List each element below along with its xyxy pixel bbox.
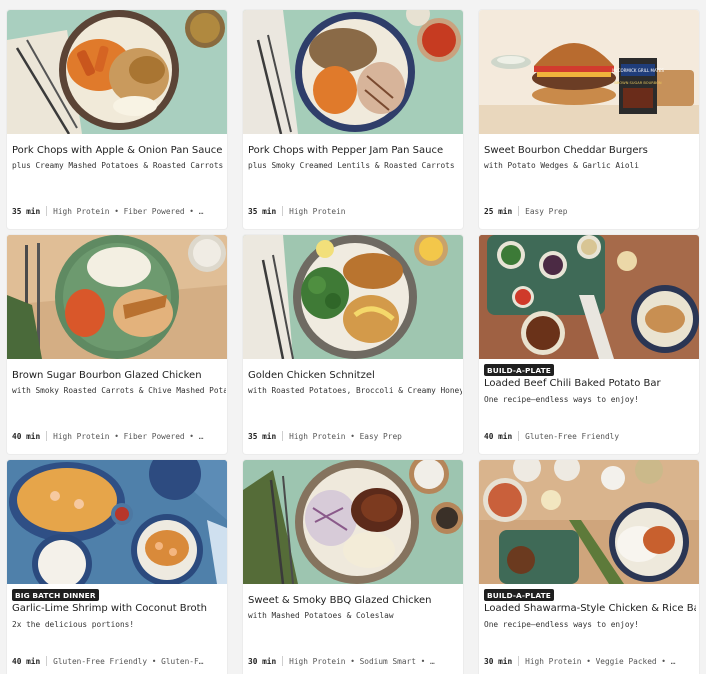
recipe-tags: High Protein • Fiber Powered • … [53,206,204,216]
recipe-title[interactable]: Pork Chops with Apple & Onion Pan Sauce [12,145,224,156]
recipe-subtitle: 2x the delicious portions! [12,620,135,629]
recipe-meta: 35 min High Protein • Easy Prep [248,431,460,441]
build-a-plate-badge: BUILD-A-PLATE [484,364,554,376]
recipe-subtitle: with Potato Wedges & Garlic Aioli [484,161,639,170]
recipe-photo[interactable] [243,460,463,584]
recipe-meta: 40 min Gluten-Free Friendly [484,431,696,441]
cook-time: 30 min [248,656,277,666]
meta-divider [46,206,48,216]
recipe-photo[interactable] [479,235,699,359]
meta-divider [46,656,48,666]
package-brand: McCORMICK GRILL MATES [612,68,664,73]
recipe-card[interactable]: BIG BATCH DINNER Garlic-Lime Shrimp with… [7,460,227,674]
build-a-plate-badge: BUILD-A-PLATE [484,589,554,601]
recipe-title[interactable]: Golden Chicken Schnitzel [248,370,460,381]
recipe-meta: 35 min High Protein [248,206,460,216]
garlic-lime-shrimp-image [7,460,227,584]
bbq-glazed-chicken-image [243,460,463,584]
recipe-tags: Easy Prep [525,206,568,216]
recipe-tags: High Protein [289,206,346,216]
recipe-tags: High Protein • Veggie Packed • … [525,656,676,666]
recipe-tags: High Protein • Easy Prep [289,431,402,441]
shawarma-chicken-rice-bar-image [479,460,699,584]
bourbon-cheddar-burger-image: McCORMICK GRILL MATES BROWN SUGAR BOURBO… [479,10,699,134]
pork-chops-pepper-jam-image [243,10,463,134]
recipe-meta: 30 min High Protein • Sodium Smart • … [248,656,460,666]
recipe-card[interactable]: BUILD-A-PLATE Loaded Shawarma-Style Chic… [479,460,699,674]
cook-time: 40 min [12,656,41,666]
cook-time: 35 min [248,206,277,216]
recipe-card[interactable]: Sweet & Smoky BBQ Glazed Chicken with Ma… [243,460,463,674]
recipe-photo[interactable] [7,10,227,134]
recipe-card[interactable]: Pork Chops with Apple & Onion Pan Sauce … [7,10,227,229]
cook-time: 40 min [484,431,513,441]
recipe-card[interactable]: Pork Chops with Pepper Jam Pan Sauce plu… [243,10,463,229]
meta-divider [282,656,284,666]
recipe-photo[interactable] [243,10,463,134]
chicken-schnitzel-image [243,235,463,359]
recipe-meta: 35 min High Protein • Fiber Powered • … [12,206,224,216]
meta-divider [518,206,520,216]
recipe-card[interactable]: BUILD-A-PLATE Loaded Beef Chili Baked Po… [479,235,699,454]
recipe-title[interactable]: Garlic-Lime Shrimp with Coconut Broth [12,603,224,614]
recipe-title[interactable]: Sweet Bourbon Cheddar Burgers [484,145,696,156]
cook-time: 40 min [12,431,41,441]
recipe-title[interactable]: Brown Sugar Bourbon Glazed Chicken [12,370,224,381]
recipe-subtitle: One recipe—endless ways to enjoy! [484,620,639,629]
bourbon-glazed-chicken-image [7,235,227,359]
recipe-meta: 40 min Gluten-Free Friendly • Gluten-F… [12,656,224,666]
recipe-subtitle: One recipe—endless ways to enjoy! [484,395,639,404]
recipe-card[interactable]: Brown Sugar Bourbon Glazed Chicken with … [7,235,227,454]
beef-chili-potato-bar-image [479,235,699,359]
recipe-subtitle: plus Creamy Mashed Potatoes & Roasted Ca… [12,161,224,170]
recipe-subtitle: with Smoky Roasted Carrots & Chive Mashe… [12,386,226,395]
recipe-subtitle: plus Smoky Creamed Lentils & Roasted Car… [248,161,455,170]
recipe-tags: High Protein • Fiber Powered • … [53,431,204,441]
recipe-photo[interactable] [7,235,227,359]
cook-time: 35 min [248,431,277,441]
recipe-photo[interactable]: McCORMICK GRILL MATES BROWN SUGAR BOURBO… [479,10,699,134]
cook-time: 30 min [484,656,513,666]
meta-divider [518,431,520,441]
recipe-meta: 30 min High Protein • Veggie Packed • … [484,656,696,666]
recipe-card[interactable]: McCORMICK GRILL MATES BROWN SUGAR BOURBO… [479,10,699,229]
recipe-title[interactable]: Loaded Shawarma-Style Chicken & Rice Bar [484,603,696,614]
recipe-meta: 25 min Easy Prep [484,206,696,216]
cook-time: 25 min [484,206,513,216]
recipe-subtitle: with Roasted Potatoes, Broccoli & Creamy… [248,386,462,395]
recipe-title[interactable]: Sweet & Smoky BBQ Glazed Chicken [248,595,460,606]
recipe-tags: Gluten-Free Friendly [525,431,620,441]
recipe-tags: High Protein • Sodium Smart • … [289,656,435,666]
package-name: BROWN SUGAR BOURBON [614,81,662,85]
big-batch-badge: BIG BATCH DINNER [12,589,99,601]
meta-divider [46,431,48,441]
pork-chops-apple-onion-image [7,10,227,134]
recipe-meta: 40 min High Protein • Fiber Powered • … [12,431,224,441]
recipe-subtitle: with Mashed Potatoes & Coleslaw [248,611,394,620]
cook-time: 35 min [12,206,41,216]
recipe-tags: Gluten-Free Friendly • Gluten-F… [53,656,204,666]
meta-divider [518,656,520,666]
recipe-photo[interactable] [243,235,463,359]
meta-divider [282,206,284,216]
recipe-photo[interactable] [479,460,699,584]
meta-divider [282,431,284,441]
recipe-photo[interactable] [7,460,227,584]
recipe-title[interactable]: Pork Chops with Pepper Jam Pan Sauce [248,145,460,156]
recipe-title[interactable]: Loaded Beef Chili Baked Potato Bar [484,378,696,389]
recipe-card[interactable]: Golden Chicken Schnitzel with Roasted Po… [243,235,463,454]
